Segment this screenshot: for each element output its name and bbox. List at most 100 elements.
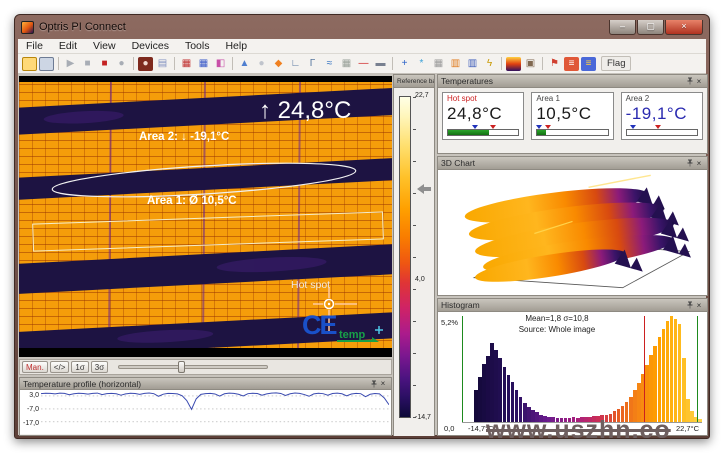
camera-icon[interactable]: ● [138,57,153,71]
histogram-ymin-label: 0,0 [444,424,454,433]
mountain-icon[interactable]: ▲ [237,57,252,71]
histogram-bar [682,358,686,422]
red-line[interactable] [644,316,645,422]
line-chart-icon[interactable]: ≈ [322,57,337,71]
copy-icon[interactable]: ▤ [155,57,170,71]
profile-line [41,393,389,410]
histogram-orange-icon[interactable]: ▥ [448,57,463,71]
histogram-bar [662,329,666,422]
stripes-red-icon[interactable]: ≡ [564,57,579,71]
toolbar-separator [58,57,59,70]
menu-item-file[interactable]: File [18,40,51,52]
green-line-left[interactable] [462,316,463,422]
close-panel-icon[interactable]: × [378,379,388,388]
temperature-bar [536,129,608,136]
svg-text:CE: CE [302,310,336,340]
window-title: Optris PI Connect [39,21,126,33]
pin-icon[interactable] [686,77,694,85]
stripes-blue-icon[interactable]: ≡ [581,57,596,71]
thermal-image-view[interactable]: Area 2: ↓ -19,1°C ↑ 24,8°C Area 1: Ø 10,… [19,76,392,357]
comet-icon[interactable]: ◆ [271,57,286,71]
profile-body[interactable]: 3,0 -7,0 -17,0 [20,390,391,434]
sigma3-button[interactable]: 3σ [91,361,108,373]
menu-item-devices[interactable]: Devices [124,40,177,52]
table-blue-icon[interactable]: ▦ [196,57,211,71]
histogram-bar [507,375,511,422]
temperature-box-1[interactable]: Hot spot24,8°C [442,92,524,140]
play-icon[interactable]: ▶ [63,57,78,71]
menu-item-tools[interactable]: Tools [177,40,218,52]
mesh-icon[interactable]: ▦ [339,57,354,71]
temperature-bar-fill [448,130,489,135]
histogram-bar [678,324,682,422]
close-panel-icon[interactable]: × [694,77,704,86]
pin-icon[interactable] [370,380,378,388]
temperature-value: 10,5°C [536,104,608,124]
histogram-bar [474,390,478,422]
3d-chart-panel: 3D Chart × [437,156,708,296]
pin-icon[interactable] [686,159,694,167]
toolbar-separator [133,57,134,70]
open-file-icon[interactable] [22,57,37,71]
record-icon[interactable]: ■ [97,57,112,71]
temperature-box-label: Hot spot [447,94,519,103]
maximize-button[interactable]: ▢ [637,20,664,35]
histogram-bar [494,350,498,422]
hand-tool-icon[interactable]: + [397,57,412,71]
manual-scale-button[interactable]: Man. [22,361,48,373]
palette-slider[interactable] [118,365,268,369]
cloud-icon[interactable]: ● [254,57,269,71]
temperature-value: -19,1°C [626,104,698,124]
pin-icon[interactable] [686,301,694,309]
menu-item-view[interactable]: View [85,40,124,52]
lightning-icon[interactable]: ϟ [482,57,497,71]
temperature-boxes: Hot spot24,8°CArea 110,5°CArea 2-19,1°C [438,88,707,140]
histogram-bar [686,399,690,422]
palette-slider-thumb[interactable] [178,361,185,373]
toolbar-separator [174,57,175,70]
sigma1-button[interactable]: 1σ [71,361,88,373]
histogram-mean-text: Mean=1,8 σ=10,8 [519,314,595,325]
titlebar[interactable]: Optris PI Connect – ▢ × [15,15,709,39]
3d-chart-body[interactable] [438,170,707,295]
histogram-bar [482,364,486,422]
reference-bar-icon[interactable] [506,57,521,71]
image-gray-icon[interactable]: ▦ [431,57,446,71]
temperatures-panel: Temperatures × Hot spot24,8°CArea 110,5°… [437,74,708,154]
temperature-value: 24,8°C [447,104,519,124]
minmax-scale-button[interactable]: </> [50,361,70,373]
profile-vertical-icon[interactable]: Γ [305,57,320,71]
close-button[interactable]: × [665,20,703,35]
temperature-box-2[interactable]: Area 110,5°C [531,92,613,140]
horizon-icon[interactable]: ▬ [373,57,388,71]
histogram-source-text: Source: Whole image [519,325,595,336]
palette-icon[interactable]: ◧ [213,57,228,71]
histogram-bar [674,319,678,422]
menu-item-help[interactable]: Help [217,40,255,52]
snowflake-icon[interactable]: * [414,57,429,71]
reference-arrow-icon[interactable] [417,184,431,194]
green-line-right[interactable] [697,316,698,422]
reference-bar-body: 22,7 4,0 -14,7 [394,88,434,436]
menu-item-edit[interactable]: Edit [51,40,85,52]
profile-horizontal-icon[interactable]: ∟ [288,57,303,71]
temp-line-icon[interactable]: — [356,57,371,71]
temperature-box-3[interactable]: Area 2-19,1°C [621,92,703,140]
hotspot-label: Hot spot [291,279,330,291]
profile-ylabel-top: 3,0 [22,392,39,399]
reference-max-label: 22,7 [415,92,429,99]
close-panel-icon[interactable]: × [694,159,704,168]
reference-gradient-bar[interactable] [399,96,411,418]
flag-button[interactable]: Flag [601,56,631,71]
save-icon[interactable] [39,57,54,71]
area1-annotation: Area 1: Ø 10,5°C [147,195,237,207]
stop-icon[interactable]: ■ [80,57,95,71]
close-panel-icon[interactable]: × [694,301,704,310]
reference-mid-label: 4,0 [415,276,425,283]
alarm-box-icon[interactable]: ▣ [523,57,538,71]
histogram-blue-icon[interactable]: ▥ [465,57,480,71]
minimize-button[interactable]: – [609,20,636,35]
table-red-icon[interactable]: ▦ [179,57,194,71]
flag-color-icon[interactable]: ⚑ [547,57,562,71]
snapshot-icon[interactable]: ● [114,57,129,71]
